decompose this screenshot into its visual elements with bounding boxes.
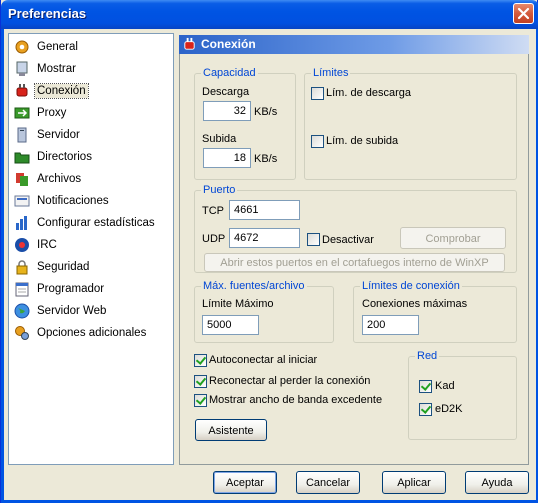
capacity-group-label: Capacidad bbox=[201, 67, 258, 80]
gear-icon bbox=[14, 39, 30, 55]
connection-limits-group-label: Límites de conexión bbox=[360, 280, 462, 293]
max-connections-label: Conexiones máximas bbox=[362, 298, 468, 310]
sidebar-item-label: Conexión bbox=[34, 83, 89, 99]
reconnect-checkbox[interactable] bbox=[194, 375, 207, 388]
sidebar-item-web-server[interactable]: Servidor Web bbox=[11, 301, 111, 321]
wizard-button[interactable]: Asistente bbox=[195, 419, 267, 441]
sidebar-item-label: Proxy bbox=[37, 107, 67, 119]
sidebar-item-proxy[interactable]: Proxy bbox=[11, 103, 71, 123]
download-limit-checkbox[interactable] bbox=[311, 87, 324, 100]
sidebar-item-general[interactable]: General bbox=[11, 37, 83, 57]
kad-checkbox[interactable] bbox=[419, 380, 432, 393]
sidebar-item-label: Servidor bbox=[37, 129, 80, 141]
max-sources-group-label: Máx. fuentes/archivo bbox=[201, 280, 307, 293]
tcp-port-input[interactable] bbox=[229, 200, 300, 220]
server-icon bbox=[14, 127, 30, 143]
download-limit-label: Lím. de descarga bbox=[326, 87, 411, 99]
sidebar-item-label: Notificaciones bbox=[37, 195, 109, 207]
disable-udp-checkbox[interactable] bbox=[307, 233, 320, 246]
sidebar-item-label: Opciones adicionales bbox=[37, 327, 147, 339]
proxy-icon bbox=[14, 105, 30, 121]
sidebar-item-label: Programador bbox=[37, 283, 105, 295]
network-group-label: Red bbox=[415, 350, 440, 363]
sidebar-item-directories[interactable]: Directorios bbox=[11, 147, 97, 167]
panel-title: Conexión bbox=[201, 37, 256, 51]
folders-icon bbox=[14, 149, 30, 165]
download-capacity-input[interactable] bbox=[203, 101, 251, 121]
sidebar-item-label: Seguridad bbox=[37, 261, 90, 273]
download-label: Descarga bbox=[202, 86, 250, 98]
udp-port-input[interactable] bbox=[229, 228, 300, 248]
sidebar-item-label: General bbox=[37, 41, 78, 53]
cancel-button[interactable]: Cancelar bbox=[296, 471, 360, 494]
port-group-label: Puerto bbox=[201, 184, 238, 197]
limits-group-label: Límites bbox=[311, 67, 351, 80]
tcp-label: TCP bbox=[202, 205, 224, 217]
title-bar[interactable]: Preferencias bbox=[1, 0, 538, 29]
ed2k-checkbox[interactable] bbox=[419, 403, 432, 416]
scheduler-icon bbox=[14, 281, 30, 297]
plug-icon bbox=[182, 37, 197, 55]
disable-udp-label: Desactivar bbox=[322, 234, 374, 246]
globe-icon bbox=[14, 303, 30, 319]
window-title: Preferencias bbox=[8, 6, 87, 21]
panel-header: Conexión bbox=[179, 35, 529, 54]
upload-limit-label: Lím. de subida bbox=[326, 135, 399, 147]
sidebar-item-label: Directorios bbox=[37, 151, 92, 163]
sidebar-item-connection[interactable]: Conexión bbox=[11, 81, 91, 101]
category-list[interactable]: General Mostrar Conexión Proxy Servidor bbox=[8, 33, 174, 465]
check-ports-button[interactable]: Comprobar Puertos bbox=[400, 227, 506, 265]
close-icon bbox=[517, 7, 530, 20]
sidebar-item-security[interactable]: Seguridad bbox=[11, 257, 94, 277]
sidebar-item-server[interactable]: Servidor bbox=[11, 125, 85, 145]
help-button[interactable]: Ayuda bbox=[465, 471, 529, 494]
ok-button[interactable]: Aceptar bbox=[213, 471, 277, 494]
upload-limit-checkbox[interactable] bbox=[311, 135, 324, 148]
apply-button[interactable]: Aplicar bbox=[382, 471, 446, 494]
sidebar-item-label: Servidor Web bbox=[37, 305, 107, 317]
notifications-icon bbox=[14, 193, 30, 209]
sidebar-item-label: Configurar estadísticas bbox=[37, 217, 155, 229]
plug-icon bbox=[14, 83, 30, 99]
sidebar-item-notifications[interactable]: Notificaciones bbox=[11, 191, 114, 211]
network-group: Red bbox=[408, 350, 517, 440]
max-sources-input[interactable] bbox=[202, 315, 259, 335]
autoconnect-checkbox[interactable] bbox=[194, 354, 207, 367]
sidebar-item-label: IRC bbox=[37, 239, 57, 251]
reconnect-label: Reconectar al perder la conexión bbox=[209, 375, 371, 387]
preferences-window: Preferencias General Mostrar Conexión Pr… bbox=[0, 0, 538, 503]
statistics-icon bbox=[14, 215, 30, 231]
max-limit-label: Límite Máximo bbox=[202, 298, 274, 310]
sidebar-item-label: Archivos bbox=[37, 173, 82, 185]
monitor-icon bbox=[14, 61, 30, 77]
sidebar-item-label: Mostrar bbox=[37, 63, 76, 75]
sidebar-item-files[interactable]: Archivos bbox=[11, 169, 86, 189]
sidebar-item-display[interactable]: Mostrar bbox=[11, 59, 81, 79]
show-overhead-label: Mostrar ancho de banda excedente bbox=[209, 394, 383, 406]
upload-label: Subida bbox=[202, 133, 237, 145]
sidebar-item-statistics[interactable]: Configurar estadísticas bbox=[11, 213, 160, 233]
ed2k-label: eD2K bbox=[435, 403, 463, 415]
kad-label: Kad bbox=[435, 380, 455, 392]
extra-options-icon bbox=[14, 325, 30, 341]
lock-icon bbox=[14, 259, 30, 275]
upload-unit: KB/s bbox=[254, 153, 278, 165]
files-icon bbox=[14, 171, 30, 187]
irc-icon bbox=[14, 237, 30, 253]
show-overhead-checkbox[interactable] bbox=[194, 394, 207, 407]
sidebar-item-scheduler[interactable]: Programador bbox=[11, 279, 109, 299]
autoconnect-label: Autoconectar al iniciar bbox=[209, 354, 318, 366]
udp-label: UDP bbox=[202, 233, 226, 245]
sidebar-item-irc[interactable]: IRC bbox=[11, 235, 62, 255]
sidebar-item-extra-options[interactable]: Opciones adicionales bbox=[11, 323, 151, 343]
close-button[interactable] bbox=[513, 3, 534, 24]
open-firewall-ports-button[interactable]: Abrir estos puertos en el cortafuegos in… bbox=[204, 253, 505, 272]
upload-capacity-input[interactable] bbox=[203, 148, 251, 168]
max-connections-input[interactable] bbox=[362, 315, 419, 335]
download-unit: KB/s bbox=[254, 106, 278, 118]
